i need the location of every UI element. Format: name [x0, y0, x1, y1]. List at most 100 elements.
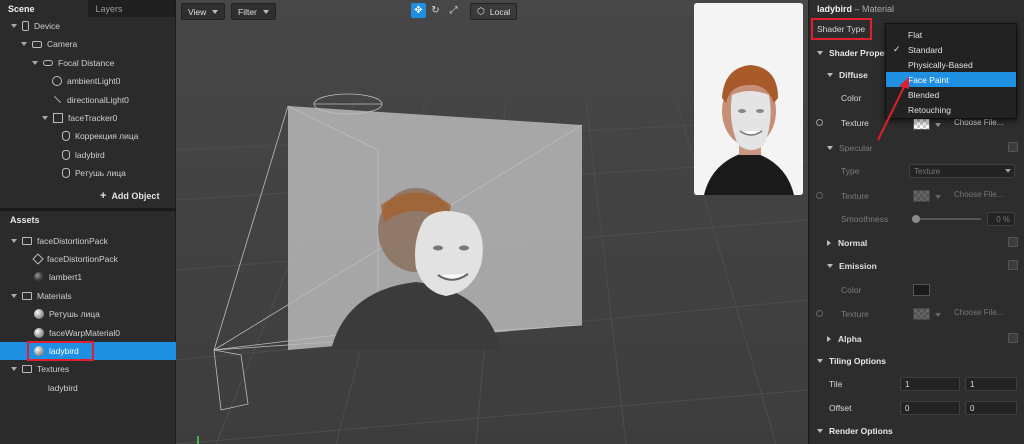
asset-item-lambert[interactable]: lambert1	[34, 268, 82, 286]
link-icon[interactable]	[816, 310, 823, 317]
chevron-down-icon	[817, 429, 823, 433]
asset-item-textures[interactable]: Textures	[10, 360, 69, 378]
chevron-down-icon	[827, 73, 833, 77]
smoothness-slider[interactable]	[915, 218, 981, 220]
caret-down-icon[interactable]	[31, 59, 39, 67]
tree-item-face-tracker[interactable]: faceTracker0	[41, 109, 117, 127]
texture-swatch[interactable]	[913, 308, 930, 320]
asset-item-label: lambert1	[49, 272, 83, 282]
section-label: Shader Propert	[829, 48, 891, 58]
menu-item-face-paint[interactable]: Face Paint	[886, 72, 1016, 87]
field-label: Color	[841, 93, 862, 103]
caret-down-icon[interactable]	[20, 40, 28, 48]
tile-x-input[interactable]: 1	[900, 377, 960, 391]
asset-item-face-distortion-mesh[interactable]: faceDistortionPack	[32, 250, 118, 268]
emission-color-swatch[interactable]	[913, 284, 930, 296]
object-type: – Material	[854, 4, 895, 14]
tree-item-camera[interactable]: Camera	[20, 35, 77, 53]
rotate-tool-icon[interactable]: ↻	[428, 3, 443, 18]
asset-item-face-warp-material[interactable]: faceWarpMaterial0	[34, 324, 120, 342]
device-preview[interactable]	[694, 3, 803, 195]
section-label: Alpha	[838, 334, 862, 344]
chevron-down-icon	[827, 146, 833, 150]
tree-item-face-retouch[interactable]: Ретушь лица	[62, 164, 126, 182]
alpha-checkbox[interactable]	[1008, 333, 1018, 343]
filter-menu-button[interactable]: Filter	[231, 3, 276, 20]
offset-y-input[interactable]: 0	[965, 401, 1017, 415]
tree-item-ambient-light[interactable]: ambientLight0	[52, 72, 120, 90]
chevron-down-icon[interactable]	[935, 195, 941, 199]
specular-header[interactable]: Specular	[809, 138, 1024, 158]
tree-item-ladybird[interactable]: ladybird	[62, 146, 105, 164]
material-sphere-icon	[34, 272, 44, 282]
texture-swatch[interactable]	[913, 190, 930, 202]
menu-item-standard[interactable]: ✓ Standard	[886, 42, 1016, 57]
smoothness-slider-handle[interactable]	[912, 215, 920, 223]
caret-down-icon[interactable]	[10, 237, 18, 245]
tree-item-label: Focal Distance	[58, 58, 115, 68]
emission-checkbox[interactable]	[1008, 260, 1018, 270]
directional-light-icon	[52, 95, 62, 105]
camera-icon	[32, 40, 42, 48]
local-space-label: Local	[489, 6, 511, 17]
move-tool-icon[interactable]: ✥	[411, 3, 426, 18]
chevron-down-icon[interactable]	[935, 313, 941, 317]
device-icon	[22, 21, 29, 31]
menu-item-blended[interactable]: Blended	[886, 87, 1016, 102]
menu-item-physically-based[interactable]: Physically-Based	[886, 57, 1016, 72]
caret-down-icon[interactable]	[41, 114, 49, 122]
view-menu-button[interactable]: View	[181, 3, 226, 20]
tree-item-device[interactable]: Device	[10, 17, 60, 35]
menu-item-flat[interactable]: Flat	[886, 27, 1016, 42]
normal-checkbox[interactable]	[1008, 237, 1018, 247]
tree-item-face-correction[interactable]: Коррекция лица	[62, 127, 138, 145]
tiling-options-header[interactable]: Tiling Options	[809, 351, 1024, 371]
asset-item-materials[interactable]: Materials	[10, 287, 71, 305]
section-label: Tiling Options	[829, 356, 886, 366]
left-panel-tabs: Scene Layers	[0, 0, 175, 17]
emission-header[interactable]: Emission	[809, 256, 1024, 276]
tab-scene[interactable]: Scene	[0, 0, 88, 17]
caret-down-icon[interactable]	[10, 292, 18, 300]
face-mesh-icon	[62, 168, 70, 178]
link-icon[interactable]	[816, 192, 823, 199]
smoothness-input[interactable]: 0 %	[987, 212, 1015, 226]
local-space-toggle[interactable]: ⬡ Local	[470, 3, 518, 20]
scene-viewport[interactable]: View Filter ✥ ↻ ⤢ ⬡ Local	[176, 0, 808, 444]
alpha-header[interactable]: Alpha	[809, 329, 1024, 349]
annotation-highlight-box	[811, 18, 872, 40]
tree-item-directional-light[interactable]: directionalLight0	[52, 91, 129, 109]
offset-x-input[interactable]: 0	[900, 401, 960, 415]
asset-item-retouch-material[interactable]: Ретушь лица	[34, 305, 100, 323]
choose-file-button[interactable]: Choose File...	[950, 306, 1010, 320]
tree-item-focal-distance[interactable]: Focal Distance	[31, 54, 114, 72]
tile-y-input[interactable]: 1	[965, 377, 1017, 391]
field-label: Texture	[841, 191, 869, 201]
add-object-button[interactable]: + Add Object	[100, 190, 159, 202]
asset-item-label: faceWarpMaterial0	[49, 328, 121, 338]
caret-down-icon[interactable]	[10, 365, 18, 373]
chevron-down-icon	[1005, 169, 1011, 173]
chevron-down-icon[interactable]	[935, 123, 941, 127]
scale-tool-icon[interactable]: ⤢	[446, 3, 461, 18]
menu-item-retouching[interactable]: Retouching	[886, 102, 1016, 117]
caret-down-icon[interactable]	[10, 22, 18, 30]
asset-item-face-distortion-pack[interactable]: faceDistortionPack	[10, 232, 108, 250]
device-preview-image	[694, 3, 803, 195]
normal-header[interactable]: Normal	[809, 233, 1024, 253]
link-icon[interactable]	[816, 119, 823, 126]
cube-icon: ⬡	[477, 6, 485, 16]
smoothness-value: 0	[996, 215, 1001, 224]
specular-type-select[interactable]: Texture	[909, 164, 1015, 178]
choose-file-button[interactable]: Choose File...	[950, 188, 1010, 202]
render-options-header[interactable]: Render Options	[809, 421, 1024, 441]
tree-item-label: ambientLight0	[67, 76, 121, 86]
texture-swatch[interactable]	[913, 118, 930, 130]
shader-type-menu: Flat ✓ Standard Physically-Based Face Pa…	[885, 23, 1017, 119]
panel-divider[interactable]	[0, 208, 176, 211]
specular-checkbox[interactable]	[1008, 142, 1018, 152]
add-object-label: Add Object	[111, 191, 160, 201]
asset-item-ladybird-texture[interactable]: ladybird	[48, 379, 78, 397]
tab-layers[interactable]: Layers	[88, 0, 176, 17]
menu-item-label: Flat	[908, 29, 923, 40]
